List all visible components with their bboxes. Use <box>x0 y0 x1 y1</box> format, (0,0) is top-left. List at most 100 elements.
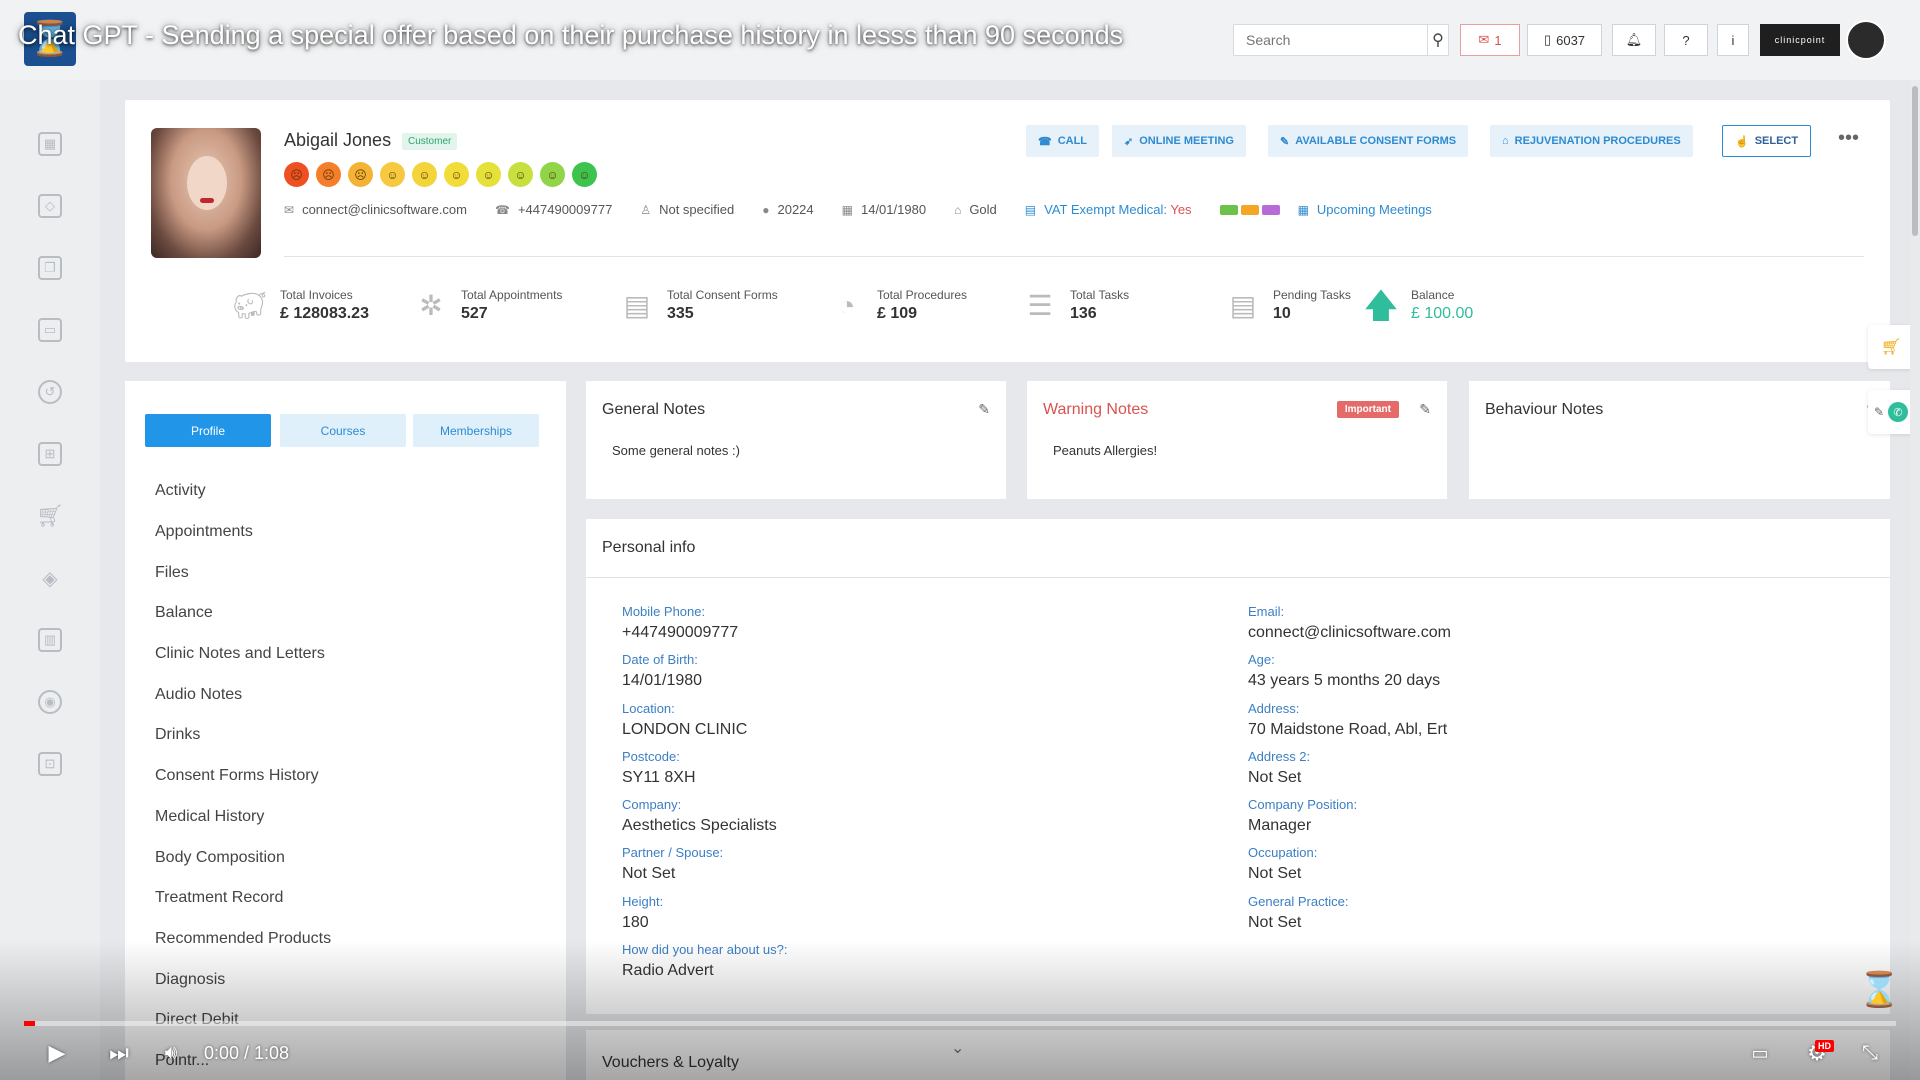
cart-icon[interactable]: 🛒︎ <box>1868 325 1914 369</box>
profile-menu-item[interactable]: Recommended Products <box>155 919 331 960</box>
customer-gender: Not specified <box>659 202 735 217</box>
consent-forms-label: AVAILABLE CONSENT FORMS <box>1295 135 1457 147</box>
cart-icon[interactable]: 🛒︎ <box>36 503 64 528</box>
tag-chips[interactable] <box>1219 202 1280 217</box>
mail-button[interactable]: ✉ 1 <box>1460 24 1520 56</box>
subtitles-icon[interactable]: ▭ <box>1745 1038 1775 1068</box>
volume-icon[interactable]: 🔊︎ <box>156 1038 186 1068</box>
stat-total-procedures[interactable]: ◔ Total Procedures £ 109 <box>829 288 968 324</box>
pencil-icon[interactable]: ✎ <box>1419 401 1431 418</box>
tag-chip[interactable] <box>1240 204 1259 215</box>
phone-item[interactable]: ☎ +447490009777 <box>495 202 612 217</box>
profile-menu-item[interactable]: Body Composition <box>155 837 331 878</box>
select-button[interactable]: ☝ SELECT <box>1722 125 1812 157</box>
sms-button[interactable]: ▯ 6037 <box>1527 24 1602 56</box>
profile-menu-item[interactable]: Files <box>155 552 331 593</box>
profile-menu-item[interactable]: Medical History <box>155 797 331 838</box>
more-options-icon[interactable]: ••• <box>1838 127 1859 150</box>
customer-id: 20224 <box>777 202 814 217</box>
notifications-button[interactable]: 🔔︎ <box>1612 24 1656 56</box>
tab-memberships[interactable]: Memberships <box>413 414 539 447</box>
history-icon[interactable]: ↺ <box>38 380 62 404</box>
rating-face-icon[interactable]: ☺ <box>476 162 501 187</box>
profile-menu-item[interactable]: Appointments <box>155 512 331 553</box>
profile-menu-item[interactable]: Audio Notes <box>155 674 331 715</box>
field-value: connect@clinicsoftware.com <box>1248 624 1451 641</box>
tag-chip[interactable] <box>1219 204 1238 215</box>
profile-menu-item[interactable]: Diagnosis <box>155 959 331 1000</box>
field-value: Aesthetics Specialists <box>622 817 777 835</box>
stat-balance[interactable]: 🡅 Balance £ 100.00 <box>1363 288 1474 324</box>
rating-face-icon[interactable]: ☺ <box>444 162 469 187</box>
search-input[interactable] <box>1234 32 1427 48</box>
pencil-icon[interactable]: ✎ <box>978 401 990 418</box>
stat-pending-tasks[interactable]: ▤ Pending Tasks 10 <box>1225 288 1351 324</box>
field-label: Date of Birth: <box>622 652 698 668</box>
rating-face-icon[interactable]: ☺ <box>572 162 597 187</box>
profile-menu-item[interactable]: Consent Forms History <box>155 756 331 797</box>
stat-total-consent-forms[interactable]: ▤ Total Consent Forms 335 <box>619 288 778 324</box>
profile-menu-item[interactable]: Clinic Notes and Letters <box>155 634 331 675</box>
gift-icon[interactable]: ⊞ <box>38 442 62 466</box>
info-button[interactable]: i <box>1717 24 1749 56</box>
vouchers-loyalty-card[interactable]: Vouchers & Loyalty <box>586 1030 1890 1080</box>
user-avatar[interactable] <box>1846 20 1886 60</box>
email-item[interactable]: ✉ connect@clinicsoftware.com <box>284 202 467 217</box>
tag-icon[interactable]: ◈ <box>38 566 62 590</box>
stat-label: Total Consent Forms <box>667 288 778 302</box>
rating-face-icon[interactable]: ☹ <box>284 162 309 187</box>
support-icon[interactable]: ◉ <box>38 690 62 714</box>
copy-icon[interactable]: ❐ <box>38 256 62 280</box>
next-icon[interactable]: ⏭︎ <box>104 1038 134 1068</box>
rating-face-icon[interactable]: ☹ <box>316 162 341 187</box>
video-progress-played <box>24 1021 36 1026</box>
lock-icon[interactable]: ⊡ <box>38 752 62 776</box>
rejuvenation-button[interactable]: ⌂ REJUVENATION PROCEDURES <box>1490 125 1693 157</box>
rating-face-icon[interactable]: ☹ <box>348 162 373 187</box>
chart-icon[interactable]: ▥ <box>38 628 62 652</box>
profile-menu-item[interactable]: Balance <box>155 593 331 634</box>
field-label: Occupation: <box>1248 845 1318 861</box>
tab-profile[interactable]: Profile <box>145 414 271 447</box>
call-label: CALL <box>1057 135 1088 147</box>
field-label: Email: <box>1248 604 1285 619</box>
help-button[interactable]: ? <box>1664 24 1708 56</box>
scrollbar-thumb[interactable] <box>1912 86 1918 236</box>
play-icon[interactable]: ▶ <box>42 1038 72 1068</box>
field-label: Address 2: <box>1248 748 1311 764</box>
behaviour-notes-title: Behaviour Notes <box>1485 401 1604 418</box>
personal-info-field: Company Position: Manager <box>1248 797 1451 845</box>
stat-total-invoices[interactable]: 🐖︎ Total Invoices £ 128083.23 <box>232 288 369 324</box>
call-button[interactable]: ☎ CALL <box>1026 125 1100 157</box>
general-notes-card: General Notes ✎ Some general notes :) <box>586 381 1006 499</box>
rating-face-icon[interactable]: ☺ <box>540 162 565 187</box>
brand-logo: clinicpoint <box>1760 24 1840 56</box>
customer-info-row: ✉ connect@clinicsoftware.com ☎ +4474900097… <box>284 202 1460 217</box>
online-meeting-button[interactable]: ➶ ONLINE MEETING <box>1112 125 1246 157</box>
tag-chip[interactable] <box>1261 204 1280 215</box>
profile-menu-item[interactable]: Activity <box>155 471 331 512</box>
profile-menu-item[interactable]: Treatment Record <box>155 878 331 919</box>
rating-face-icon[interactable]: ☺ <box>380 162 405 187</box>
rating-face-icon[interactable]: ☺ <box>508 162 533 187</box>
profile-menu-item[interactable]: Drinks <box>155 715 331 756</box>
rating-face-icon[interactable]: ☺ <box>412 162 437 187</box>
document-icon: ▤ <box>1024 202 1037 217</box>
inbox-icon[interactable]: ▭ <box>38 318 62 342</box>
exit-fullscreen-icon[interactable]: ⤡ <box>1855 1038 1885 1068</box>
box-icon[interactable]: ◇ <box>38 194 62 218</box>
chevron-down-icon[interactable]: ⌄ <box>951 1038 964 1058</box>
calendar-icon[interactable]: ▦ <box>38 132 62 156</box>
personal-info-title: Personal info <box>602 539 696 556</box>
chat-widget[interactable]: ✎ ✆ <box>1868 390 1914 434</box>
upcoming-meetings-link[interactable]: ▦ Upcoming Meetings <box>1298 202 1432 217</box>
video-progress-bar[interactable] <box>24 1021 1896 1026</box>
stat-total-tasks[interactable]: ☰ Total Tasks 136 <box>1022 288 1129 324</box>
stat-total-appointments[interactable]: ✲ Total Appointments 527 <box>413 288 562 324</box>
stat-value: 335 <box>667 305 694 322</box>
consent-forms-button[interactable]: ✎ AVAILABLE CONSENT FORMS <box>1268 125 1469 157</box>
tab-courses[interactable]: Courses <box>280 414 406 447</box>
personal-info-field: Height: 180 <box>622 894 788 942</box>
page-scrollbar[interactable] <box>1910 80 1920 1080</box>
search-icon[interactable]: ⚲ <box>1427 25 1448 55</box>
